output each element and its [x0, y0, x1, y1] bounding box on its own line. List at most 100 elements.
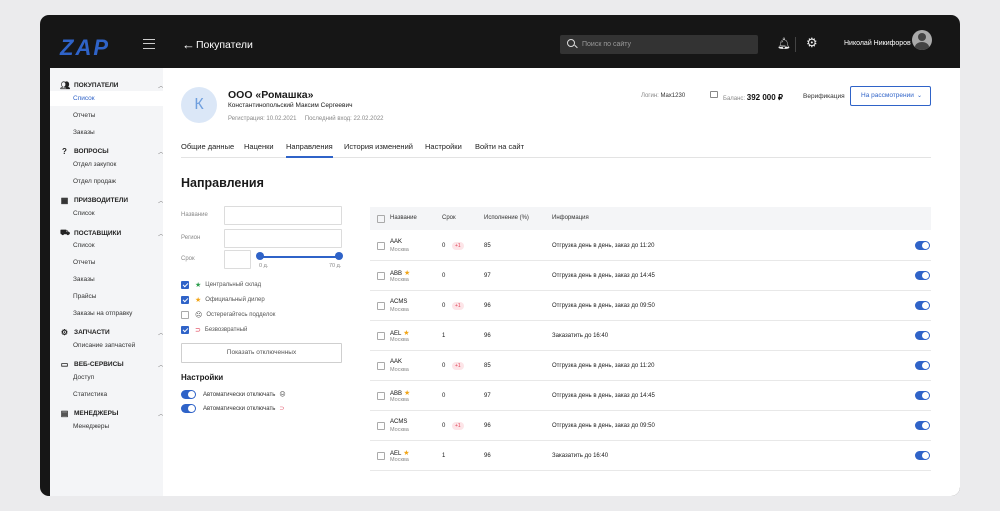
avatar[interactable]: [912, 30, 932, 50]
registration-date: Регистрация: 10.02.2021: [228, 116, 297, 122]
row-checkbox[interactable]: [377, 302, 385, 310]
sidebar-item[interactable]: Доступ: [50, 370, 163, 385]
term-slider-min-handle[interactable]: [256, 252, 264, 260]
sidebar-item[interactable]: Отдел закупок: [50, 157, 163, 172]
row-toggle[interactable]: [915, 331, 930, 340]
table-row[interactable]: ABB ★ Москва 0 97 Отгрузка день в день, зака…: [370, 261, 931, 291]
sidebar-item[interactable]: Менеджеры: [50, 419, 163, 434]
filter-checkbox-row[interactable]: ⊃ Безвозвратный: [181, 325, 247, 335]
sidebar-item[interactable]: Заказы: [50, 125, 163, 140]
row-toggle[interactable]: [915, 271, 930, 280]
sidebar-item[interactable]: Список: [50, 238, 163, 253]
cell-name: ACMS: [390, 299, 407, 305]
sidebar-item[interactable]: Список: [50, 91, 163, 106]
row-toggle[interactable]: [915, 391, 930, 400]
sidebar-item[interactable]: Отчеты: [50, 108, 163, 123]
sidebar-section-6[interactable]: ▤ МЕНЕДЖЕРЫ ︿: [60, 409, 164, 418]
verification-label: Верификация: [803, 93, 845, 100]
tab-0[interactable]: Общие данные: [181, 142, 234, 158]
user-name[interactable]: Николай Никифоров: [844, 40, 911, 47]
gear-icon[interactable]: ⚙: [806, 35, 818, 51]
filter-icon: ☹: [195, 312, 203, 319]
bell-icon[interactable]: 🔔︎: [777, 37, 791, 50]
sidebar-section-4[interactable]: ⚙ ЗАПЧАСТИ ︿: [60, 328, 164, 337]
row-toggle[interactable]: [915, 301, 930, 310]
column-name[interactable]: Название: [390, 215, 417, 221]
cell-city: Москва: [390, 457, 409, 463]
tab-3[interactable]: История изменений: [344, 142, 413, 158]
row-checkbox[interactable]: [377, 452, 385, 460]
settings-title: Настройки: [181, 373, 224, 382]
search-input[interactable]: [582, 38, 752, 51]
column-info[interactable]: Информация: [552, 215, 589, 221]
sidebar-item[interactable]: Прайсы: [50, 289, 163, 304]
sidebar-item[interactable]: Заказы: [50, 272, 163, 287]
sidebar-section-3[interactable]: ⛟ ПОСТАВЩИКИ ︿: [60, 228, 164, 238]
region-input[interactable]: [224, 229, 342, 248]
tab-2[interactable]: Направления: [286, 142, 333, 158]
row-toggle[interactable]: [915, 421, 930, 430]
row-checkbox[interactable]: [377, 272, 385, 280]
sidebar-section-1[interactable]: ? ВОПРОСЫ ︿: [60, 147, 164, 156]
row-checkbox[interactable]: [377, 422, 385, 430]
tab-5[interactable]: Войти на сайт: [475, 142, 524, 158]
star-icon: ★: [402, 390, 411, 397]
table-row[interactable]: AAK Москва 0 +1 85 Отгрузка день в день, зака…: [370, 351, 931, 381]
term-slider-track[interactable]: [259, 256, 339, 258]
table-row[interactable]: ACMS Москва 0 +1 96 Отгрузка день в день, зак…: [370, 291, 931, 321]
row-checkbox[interactable]: [377, 362, 385, 370]
term-input[interactable]: [224, 250, 251, 269]
sidebar-item[interactable]: Статистика: [50, 387, 163, 402]
table-row[interactable]: AEL ★ Москва 1 96 Заказатить до 16:40: [370, 441, 931, 471]
table-row[interactable]: AEL ★ Москва 1 96 Заказатить до 16:40: [370, 321, 931, 351]
verification-select[interactable]: На рассмотрении ⌄: [850, 86, 931, 106]
row-toggle[interactable]: [915, 361, 930, 370]
back-arrow-icon[interactable]: ←: [182, 37, 195, 52]
column-term[interactable]: Срок: [442, 215, 456, 221]
search-box[interactable]: [560, 35, 758, 54]
cell-info: Отгрузка день в день, заказ до 11:20: [552, 363, 655, 369]
filter-checkbox-row[interactable]: ☹ Остерегайтесь подделок: [181, 310, 275, 320]
checkbox[interactable]: [181, 296, 189, 304]
row-toggle[interactable]: [915, 451, 930, 460]
setting-toggle[interactable]: [181, 390, 196, 399]
term-badge: +1: [452, 242, 464, 250]
table-row[interactable]: ABB ★ Москва 0 97 Отгрузка день в день, зака…: [370, 381, 931, 411]
logo[interactable]: ZAP: [60, 35, 110, 61]
table-row[interactable]: AAK Москва 0 +1 85 Отгрузка день в день, зака…: [370, 231, 931, 261]
cell-name: AAK: [390, 239, 402, 245]
term-slider-max-handle[interactable]: [335, 252, 343, 260]
sidebar-section-2[interactable]: ▦ ПРИЗВОДИТЕЛИ ︿: [60, 196, 164, 205]
checkbox[interactable]: [181, 311, 189, 319]
sidebar-section-5[interactable]: ▭ ВЕБ-СЕРВИСЫ ︿: [60, 360, 164, 369]
row-checkbox[interactable]: [377, 242, 385, 250]
sidebar-item[interactable]: Описание запчастей: [50, 338, 163, 353]
name-input[interactable]: [224, 206, 342, 225]
checkbox[interactable]: [181, 281, 189, 289]
column-exec[interactable]: Исполнение (%): [484, 215, 529, 221]
filter-checkbox-row[interactable]: ★ Центральный склад: [181, 280, 261, 290]
search-icon: [567, 39, 575, 47]
cell-term: 0: [442, 273, 446, 279]
tab-1[interactable]: Наценки: [244, 142, 274, 158]
filter-checkbox-row[interactable]: ★ Официальный дилер: [181, 295, 265, 305]
tab-4[interactable]: Настройки: [425, 142, 462, 158]
show-disabled-button[interactable]: Показать отключенных: [181, 343, 342, 363]
row-checkbox[interactable]: [377, 392, 385, 400]
checkbox[interactable]: [181, 326, 189, 334]
menu-icon[interactable]: [143, 39, 155, 49]
sidebar-item[interactable]: Заказы на отправку: [50, 306, 163, 321]
star-icon: ★: [401, 450, 410, 457]
row-checkbox[interactable]: [377, 332, 385, 340]
star-icon: ★: [402, 270, 411, 277]
name-label: Название: [181, 212, 208, 218]
sidebar-item[interactable]: Отчеты: [50, 255, 163, 270]
select-all-checkbox[interactable]: [377, 215, 385, 223]
setting-toggle[interactable]: [181, 404, 196, 413]
row-toggle[interactable]: [915, 241, 930, 250]
sidebar-item[interactable]: Отдел продаж: [50, 174, 163, 189]
table-row[interactable]: ACMS Москва 0 +1 96 Отгрузка день в день, зак…: [370, 411, 931, 441]
sidebar-section-0[interactable]: 👥︎ ПОКУПАТЕЛИ ︿: [60, 81, 164, 90]
login-value: Max1230: [660, 93, 686, 99]
sidebar-item[interactable]: Список: [50, 206, 163, 221]
